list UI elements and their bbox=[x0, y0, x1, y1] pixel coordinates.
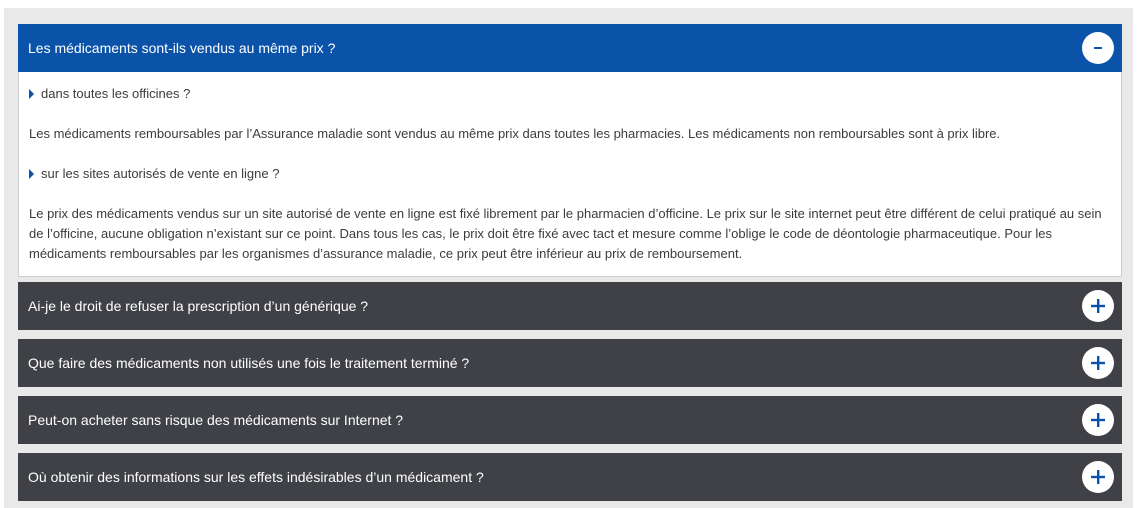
subquestion-text: sur les sites autorisés de vente en lign… bbox=[41, 166, 280, 181]
expand-toggle-button[interactable] bbox=[1082, 290, 1114, 322]
expand-toggle-button[interactable] bbox=[1082, 404, 1114, 436]
subquestion-text: dans toutes les officines ? bbox=[41, 86, 191, 101]
faq-question-header[interactable]: Peut-on acheter sans risque des médicame… bbox=[18, 396, 1122, 444]
faq-item-internet: Peut-on acheter sans risque des médicame… bbox=[18, 396, 1122, 444]
faq-item-effets-indesirables: Où obtenir des informations sur les effe… bbox=[18, 453, 1122, 501]
subquestion-row: dans toutes les officines ? bbox=[29, 84, 1111, 104]
subquestion-row: sur les sites autorisés de vente en lign… bbox=[29, 164, 1111, 184]
expand-toggle-button[interactable] bbox=[1082, 347, 1114, 379]
faq-question-header[interactable]: Les médicaments sont-ils vendus au même … bbox=[18, 24, 1122, 72]
answer-text: Les médicaments remboursables par l’Assu… bbox=[29, 126, 1001, 141]
faq-question-title: Où obtenir des informations sur les effe… bbox=[28, 469, 484, 485]
faq-question-title: Ai-je le droit de refuser la prescriptio… bbox=[28, 298, 369, 314]
faq-question-title: Peut-on acheter sans risque des médicame… bbox=[28, 412, 404, 428]
faq-item-non-utilises: Que faire des médicaments non utilisés u… bbox=[18, 339, 1122, 387]
faq-question-title: Les médicaments sont-ils vendus au même … bbox=[28, 40, 336, 56]
plus-icon bbox=[1091, 413, 1105, 427]
caret-right-icon bbox=[29, 169, 34, 179]
faq-question-header[interactable]: Ai-je le droit de refuser la prescriptio… bbox=[18, 282, 1122, 330]
collapse-toggle-button[interactable] bbox=[1082, 32, 1114, 64]
caret-right-icon bbox=[29, 89, 34, 99]
expand-toggle-button[interactable] bbox=[1082, 461, 1114, 493]
faq-accordion: Les médicaments sont-ils vendus au même … bbox=[4, 8, 1133, 508]
plus-icon bbox=[1091, 470, 1105, 484]
faq-item-prix: Les médicaments sont-ils vendus au même … bbox=[18, 24, 1122, 277]
faq-answer-panel: dans toutes les officines ? Les médicame… bbox=[18, 72, 1122, 277]
faq-question-header[interactable]: Où obtenir des informations sur les effe… bbox=[18, 453, 1122, 501]
minus-icon bbox=[1094, 47, 1102, 49]
answer-text: Le prix des médicaments vendus sur un si… bbox=[29, 206, 1102, 261]
faq-item-generique: Ai-je le droit de refuser la prescriptio… bbox=[18, 282, 1122, 330]
plus-icon bbox=[1091, 299, 1105, 313]
plus-icon bbox=[1091, 356, 1105, 370]
faq-question-header[interactable]: Que faire des médicaments non utilisés u… bbox=[18, 339, 1122, 387]
faq-question-title: Que faire des médicaments non utilisés u… bbox=[28, 355, 470, 371]
